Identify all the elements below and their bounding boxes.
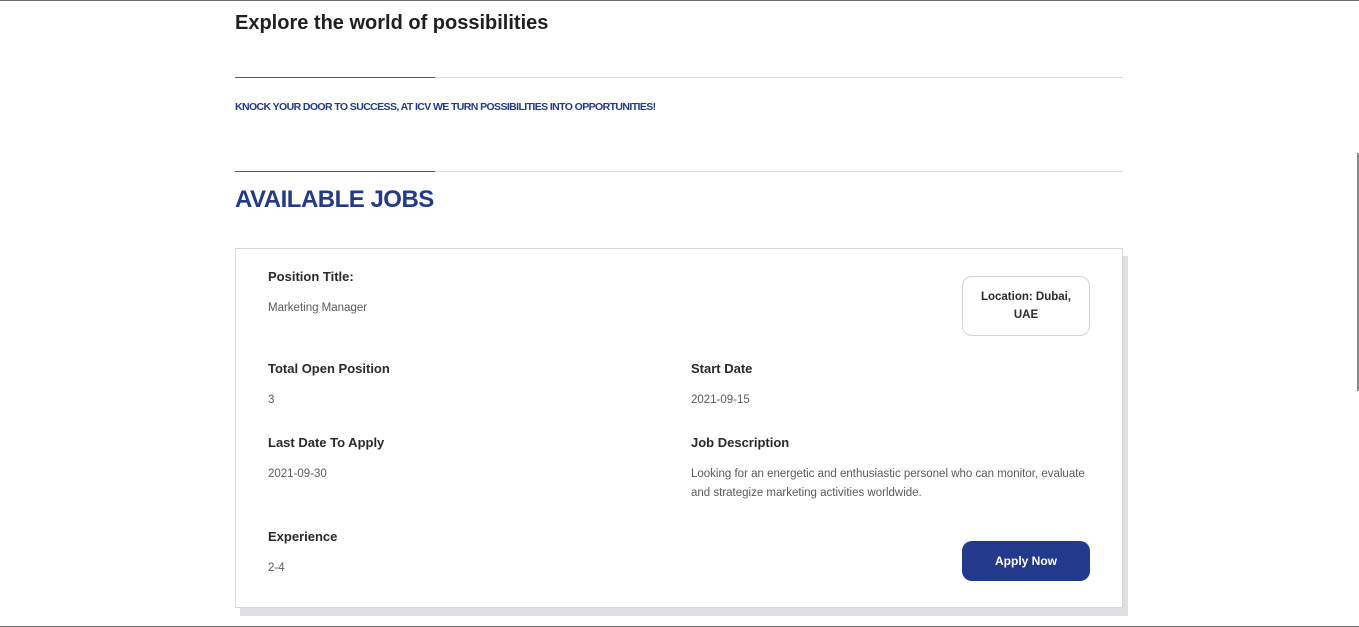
location-badge: Location: Dubai, UAE bbox=[962, 276, 1090, 336]
section-divider bbox=[235, 171, 1123, 172]
divider-accent bbox=[235, 171, 435, 172]
section-divider bbox=[235, 77, 1123, 78]
total-open-position-value: 3 bbox=[268, 394, 275, 406]
available-jobs-heading: AVAILABLE JOBS bbox=[235, 186, 434, 213]
job-card: Position Title: Marketing Manager Locati… bbox=[235, 248, 1123, 608]
last-date-value: 2021-09-30 bbox=[268, 468, 327, 480]
start-date-label: Start Date bbox=[691, 361, 753, 376]
start-date-value: 2021-09-15 bbox=[691, 394, 750, 406]
job-description-value: Looking for an energetic and enthusiasti… bbox=[691, 468, 1085, 499]
position-title-label: Position Title: bbox=[268, 269, 354, 284]
divider-accent bbox=[235, 77, 435, 78]
apply-now-button[interactable]: Apply Now bbox=[962, 541, 1090, 581]
explore-title: Explore the world of possibilities bbox=[235, 12, 549, 34]
experience-value: 2-4 bbox=[268, 562, 285, 574]
total-open-position-label: Total Open Position bbox=[268, 361, 390, 376]
position-title-value: Marketing Manager bbox=[268, 302, 368, 314]
page-frame: Explore the world of possibilities KNOCK… bbox=[0, 0, 1359, 627]
job-description-label: Job Description bbox=[691, 435, 790, 450]
experience-label: Experience bbox=[268, 529, 338, 544]
last-date-label: Last Date To Apply bbox=[268, 435, 385, 450]
tagline: KNOCK YOUR DOOR TO SUCCESS, AT ICV WE TU… bbox=[235, 101, 656, 113]
